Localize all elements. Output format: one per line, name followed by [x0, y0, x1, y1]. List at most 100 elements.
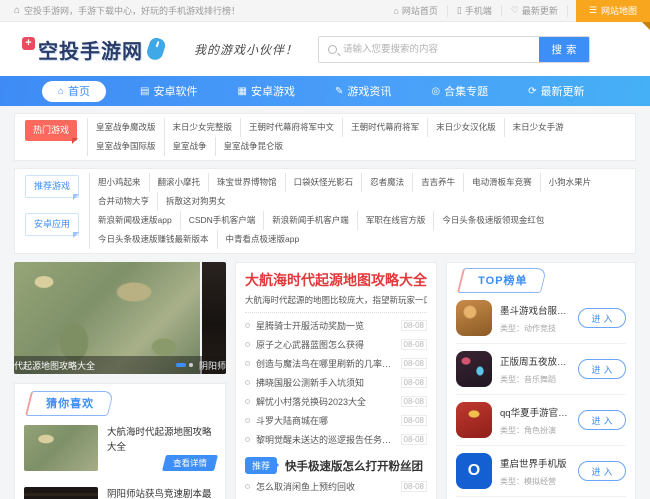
nav-item-latest-updates[interactable]: ⟳ 最新更新 — [508, 76, 604, 106]
rank-game-name[interactable]: 正版周五夜放克手机版 — [500, 354, 570, 368]
recommended-game-link[interactable]: 珠宝世界博物馆 — [208, 173, 285, 192]
android-app-link[interactable]: CSDN手机客户端 — [179, 211, 264, 230]
recommended-game-link[interactable]: 吉吉养牛 — [412, 173, 463, 192]
android-app-link[interactable]: 今日头条极速版领现金红包 — [433, 211, 552, 230]
nav-item-android-games[interactable]: ▦ 安卓游戏 — [218, 76, 315, 106]
rank-game-name[interactable]: qq华夏手游官方最新版 — [500, 405, 570, 419]
recommended-game-link[interactable]: 小狗水果片 — [539, 173, 600, 192]
top-rank-tab[interactable]: TOP榜单 — [456, 268, 548, 293]
news-link[interactable]: 怎么取消闲鱼上预约回收 — [256, 480, 395, 493]
nav-item-game-news[interactable]: ✎ 游戏资讯 — [315, 76, 411, 106]
carousel-pagination[interactable] — [176, 363, 193, 367]
view-details-button[interactable]: 查看详情 — [161, 455, 218, 472]
news-link[interactable]: 斗罗大陆商城在哪 — [256, 414, 395, 427]
android-app-link[interactable]: 中青看点极速版app — [216, 230, 308, 249]
rank-item: 墨斗游戏台服下载安装 类型：动作竞技 进入 — [456, 293, 626, 344]
collection-icon: ◎ — [431, 85, 441, 97]
guess-item-title[interactable]: 大航海时代起源地图攻略大全 — [107, 425, 216, 455]
search-icon — [328, 44, 337, 54]
enter-button[interactable]: 进入 — [578, 359, 626, 379]
guess-you-like-tab[interactable]: 猜你喜欢 — [24, 391, 115, 416]
featured-article-title[interactable]: 大航海时代起源地图攻略大全 — [245, 270, 427, 291]
hot-game-link[interactable]: 皇室战争国际版 — [87, 137, 164, 156]
software-icon: ▤ — [140, 85, 150, 97]
recommended-game-link[interactable]: 翻滚小摩托 — [148, 173, 209, 192]
recommended-game-link[interactable]: 电动滑板车竞赛 — [463, 173, 540, 192]
mouse-icon — [144, 36, 168, 62]
dotted-divider — [245, 312, 427, 313]
guess-item-thumbnail[interactable] — [24, 487, 98, 499]
topbar-link-updates[interactable]: ♡ 最新更新 — [502, 4, 568, 17]
featured-article-summary: 大航海时代起源的地图比较庞大，指望新玩家一口气全记住肯定是不太现实的， — [245, 295, 427, 305]
news-link[interactable]: 黎明觉醒未送达的巡逻报告任务送给谁攻略 — [256, 433, 395, 446]
game-icon[interactable] — [456, 300, 492, 336]
android-app-link[interactable]: 今日头条极速版赚钱最新版本 — [89, 230, 217, 249]
recommended-games-badge: 推荐游戏 — [25, 175, 80, 200]
menu-icon: ☰ — [588, 5, 597, 15]
search-button[interactable]: 搜索 — [539, 36, 589, 62]
news-row: 拂晓国服公测新手入坑须知 08-08 — [245, 373, 427, 392]
recommended-game-link[interactable]: 胆小鸡起来 — [89, 173, 149, 192]
game-icon[interactable]: O — [456, 453, 492, 489]
hot-game-link[interactable]: 王朝时代幕府将军 — [342, 118, 427, 137]
carousel-dot[interactable] — [189, 363, 193, 367]
hot-game-link[interactable]: 皇室战争 — [163, 137, 215, 156]
rank-game-type: 类型：角色扮演 — [500, 425, 556, 435]
recommended-section-heading: 推荐 快手极速版怎么打开粉丝团 — [245, 457, 427, 474]
game-icon[interactable] — [456, 402, 492, 438]
hot-game-link[interactable]: 皇室战争魔改版 — [87, 118, 164, 137]
game-icon[interactable] — [456, 351, 492, 387]
topbar-link-home[interactable]: ⌂ 网站首页 — [384, 4, 448, 17]
nav-item-home[interactable]: ⌂ 首页 — [42, 80, 107, 102]
news-row: 星腾骑士开服活动奖励一览 08-08 — [245, 316, 427, 335]
hot-game-link[interactable]: 末日少女手游 — [503, 118, 572, 137]
main-content: 大航海时代起源地图攻略大全 阴阳师站获鸟竞速剧本最新阵容2023 猜你喜欢 大航… — [14, 262, 636, 499]
sitemap-button[interactable]: ☰ 网站地图 — [575, 0, 650, 30]
news-link[interactable]: 原子之心武器蓝图怎么获得 — [256, 338, 395, 351]
news-link[interactable]: 星腾骑士开服活动奖励一览 — [256, 319, 395, 332]
refresh-icon: ⟳ — [528, 85, 537, 97]
recommended-heading-link[interactable]: 快手极速版怎么打开粉丝团 — [285, 458, 423, 474]
enter-button[interactable]: 进入 — [578, 308, 626, 328]
home-icon: ⌂ — [14, 5, 21, 16]
topbar-link-mobile[interactable]: ▯ 手机端 — [448, 4, 502, 17]
hot-games-badge: 热门游戏 — [25, 120, 79, 144]
nav-item-android-software[interactable]: ▤ 安卓软件 — [120, 76, 217, 106]
android-app-link[interactable]: 新浪新闻手机客户端 — [263, 211, 357, 230]
rank-game-name[interactable]: 重启世界手机版 — [500, 456, 570, 470]
enter-button[interactable]: 进入 — [578, 410, 626, 430]
recommended-game-link[interactable]: 拆散这对狗男女 — [157, 192, 234, 211]
guess-item-title[interactable]: 阴阳师站获鸟竞速剧本最新阵容2023 — [107, 487, 216, 499]
search-input[interactable] — [343, 36, 539, 62]
hot-game-link[interactable]: 末日少女汉化版 — [427, 118, 504, 137]
recommend-card: 推荐游戏 胆小鸡起来 翻滚小摩托 珠宝世界博物馆 口袋妖怪光影石 忍者魔法 吉吉… — [14, 168, 636, 254]
carousel[interactable]: 大航海时代起源地图攻略大全 阴阳师站获鸟竞速剧本最新阵容2023 — [14, 262, 226, 374]
rank-game-name[interactable]: 墨斗游戏台服下载安装 — [500, 303, 570, 317]
recommended-game-link[interactable]: 口袋妖怪光影石 — [284, 173, 362, 192]
rank-item: O 重启世界手机版 类型：模拟经营 进入 — [456, 446, 626, 497]
site-logo[interactable]: + 空投手游网 — [22, 35, 168, 64]
guess-item: 阴阳师站获鸟竞速剧本最新阵容2023 查看详情 — [24, 478, 216, 499]
news-link[interactable]: 拂晓国服公测新手入坑须知 — [256, 376, 395, 389]
news-date: 08-08 — [400, 377, 427, 388]
news-date: 08-08 — [400, 481, 427, 492]
carousel-dot-active[interactable] — [176, 363, 186, 367]
hot-game-link[interactable]: 王朝时代幕府将军中文 — [240, 118, 342, 137]
bullet-icon — [245, 399, 250, 404]
bullet-icon — [245, 484, 250, 489]
android-app-link[interactable]: 新浪新闻极速版app — [89, 211, 180, 230]
site-slogan: 空投手游网，手游下载中心，好玩的手机游戏排行榜！ — [24, 6, 241, 16]
left-column: 大航海时代起源地图攻略大全 阴阳师站获鸟竞速剧本最新阵容2023 猜你喜欢 大航… — [14, 262, 226, 499]
hot-game-link[interactable]: 皇室战争昆仑版 — [214, 137, 292, 156]
recommended-game-link[interactable]: 合并动物大亨 — [89, 192, 157, 211]
hot-game-link[interactable]: 末日少女完整版 — [163, 118, 241, 137]
android-app-link[interactable]: 军职在线官方版 — [356, 211, 434, 230]
recommended-game-link[interactable]: 忍者魔法 — [361, 173, 412, 192]
bullet-icon — [245, 418, 250, 423]
enter-button[interactable]: 进入 — [578, 461, 626, 481]
guess-item-thumbnail[interactable] — [24, 425, 98, 471]
news-link[interactable]: 创造与魔法鸟在哪里刷新的几率最高 — [256, 357, 395, 370]
news-link[interactable]: 解忧小村落兑换码2023大全 — [256, 395, 395, 408]
home-icon: ⌂ — [58, 85, 65, 97]
nav-item-collections[interactable]: ◎ 合集专题 — [411, 76, 508, 106]
